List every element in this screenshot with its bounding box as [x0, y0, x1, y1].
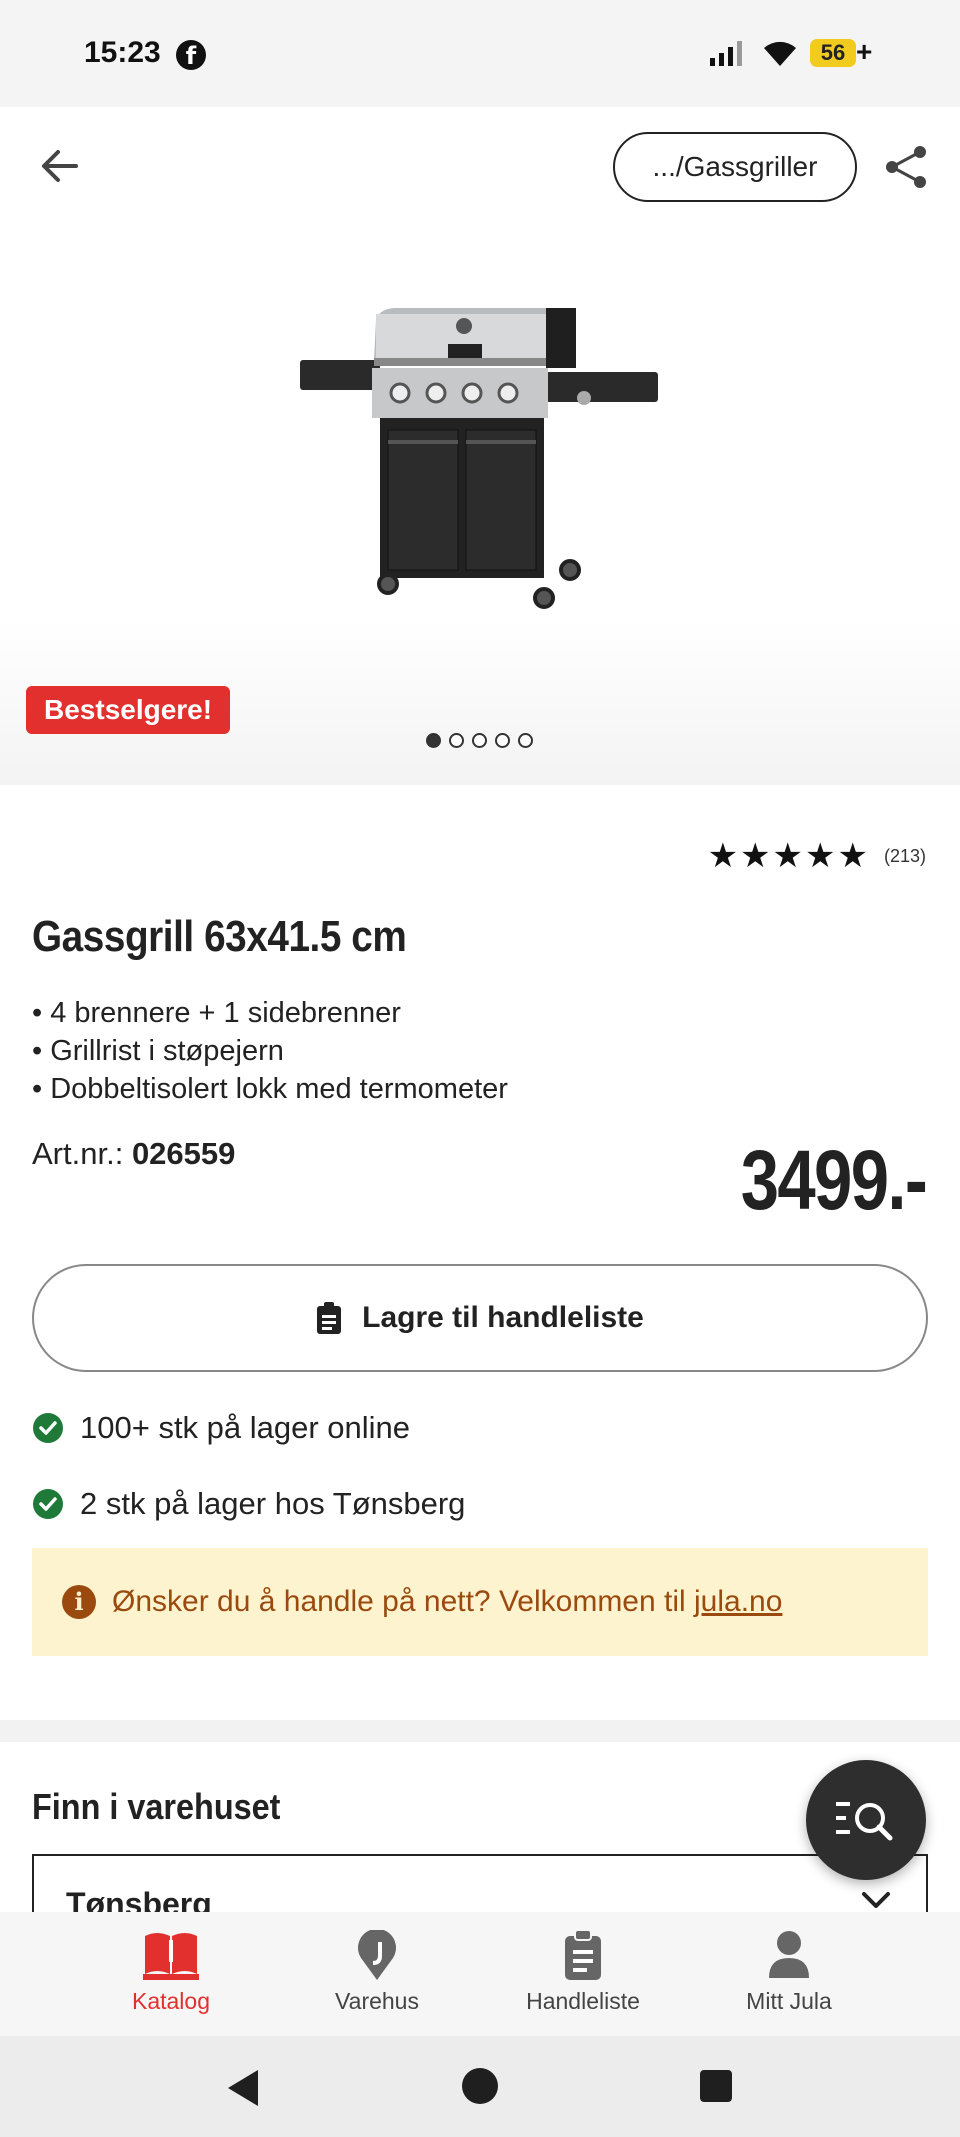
stock-online-row: 100+ stk på lager online — [32, 1410, 410, 1446]
chevron-down-icon[interactable] — [858, 1888, 894, 1912]
gallery-pagination[interactable] — [426, 733, 533, 748]
stock-online-text: 100+ stk på lager online — [80, 1410, 411, 1445]
info-banner-text: Ønsker du å handle på nett? Velkommen ti… — [112, 1585, 782, 1619]
save-to-shopping-list-button[interactable]: Lagre til handleliste — [32, 1264, 928, 1372]
jula-link[interactable]: jula.no — [694, 1585, 782, 1618]
share-icon[interactable] — [882, 142, 932, 192]
book-icon — [143, 1933, 199, 1980]
wifi-icon — [764, 41, 796, 66]
product-image[interactable] — [296, 300, 662, 612]
check-circle-icon — [33, 1413, 63, 1443]
system-recents-icon[interactable] — [700, 2070, 732, 2102]
stock-store-text: 2 stk på lager hos Tønsberg — [80, 1486, 466, 1521]
clipboard-icon — [317, 1302, 342, 1334]
system-home-icon[interactable] — [462, 2068, 498, 2104]
breadcrumb[interactable]: .../Gassgriller — [613, 132, 857, 202]
info-icon: i — [62, 1585, 96, 1619]
info-text: Ønsker du å handle på nett? Velkommen ti… — [112, 1585, 695, 1618]
feature-item: • Dobbeltisolert lokk med termometer — [32, 1073, 508, 1105]
article-number-label: Art.nr.: — [32, 1136, 124, 1171]
back-button[interactable] — [36, 136, 86, 196]
pagination-dot[interactable] — [472, 733, 487, 748]
person-icon — [769, 1931, 809, 1978]
feature-item: • Grillrist i støpejern — [32, 1035, 284, 1067]
bestseller-badge: Bestselgere! — [26, 686, 231, 734]
clipboard-icon — [565, 1930, 601, 1980]
location-pin-icon — [358, 1930, 396, 1980]
nav-label-handleliste: Handleliste — [526, 1988, 640, 2014]
product-features: • 4 brennere + 1 sidebrenner • Grillrist… — [32, 994, 508, 1108]
bottom-navigation: Katalog Varehus Handleliste Mitt Jula — [0, 1912, 960, 2036]
product-price: 3499.- — [740, 1133, 928, 1227]
article-number-value: 026559 — [131, 1136, 236, 1171]
rating-stars: ★★★★★ — [707, 836, 870, 876]
save-button-label: Lagre til handleliste — [362, 1301, 644, 1334]
search-list-icon — [836, 1802, 893, 1841]
search-fab-button[interactable] — [806, 1760, 926, 1880]
check-circle-icon — [33, 1489, 63, 1519]
nav-item-katalog[interactable]: Katalog — [68, 1912, 274, 2036]
feature-item: • 4 brennere + 1 sidebrenner — [32, 997, 401, 1029]
status-time: 15:23 — [84, 36, 161, 69]
nav-item-handleliste[interactable]: Handleliste — [480, 1912, 686, 2036]
nav-item-mitt-jula[interactable]: Mitt Jula — [686, 1912, 892, 2036]
nav-label-mitt-jula: Mitt Jula — [746, 1988, 832, 2014]
nav-label-varehus: Varehus — [335, 1988, 419, 2014]
pagination-dot[interactable] — [495, 733, 510, 748]
article-number: Art.nr.: 026559 — [32, 1136, 235, 1172]
product-title: Gassgrill 63x41.5 cm — [32, 912, 407, 961]
nav-item-varehus[interactable]: Varehus — [274, 1912, 480, 2036]
signal-icon — [710, 41, 742, 66]
find-in-store-title: Finn i varehuset — [32, 1786, 281, 1827]
nav-label-katalog: Katalog — [131, 1988, 210, 2014]
rating-count: (213) — [883, 845, 926, 866]
stock-store-row: 2 stk på lager hos Tønsberg — [32, 1486, 465, 1522]
pagination-dot[interactable] — [518, 733, 533, 748]
battery-icon: 56 — [810, 39, 856, 67]
pagination-dot[interactable] — [449, 733, 464, 748]
facebook-icon: f — [176, 40, 206, 70]
section-divider — [0, 1720, 960, 1742]
pagination-dot[interactable] — [426, 733, 441, 748]
battery-charging-indicator: + — [856, 36, 873, 67]
system-back-icon[interactable] — [224, 2068, 260, 2108]
product-rating[interactable]: ★★★★★ (213) — [708, 836, 926, 876]
online-shop-info-banner: i Ønsker du å handle på nett? Velkommen … — [32, 1548, 928, 1656]
